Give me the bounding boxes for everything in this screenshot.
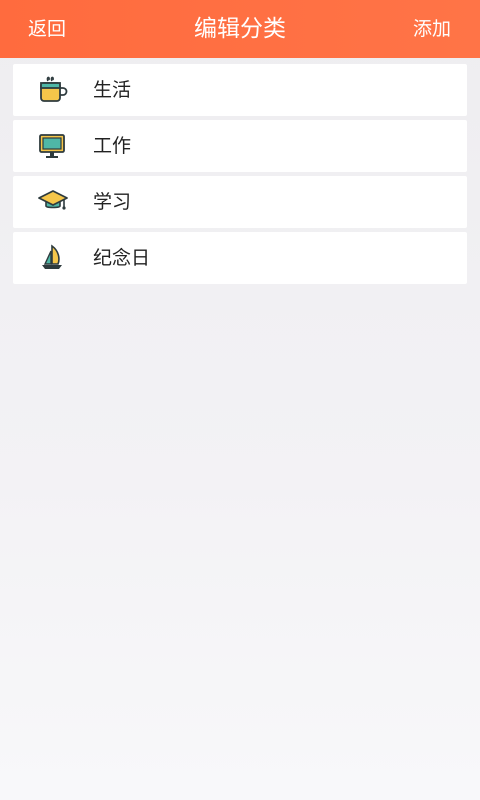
category-label: 生活 — [93, 79, 132, 101]
category-item-study[interactable]: 学习 — [13, 176, 467, 228]
category-item-work[interactable]: 工作 — [13, 120, 467, 172]
category-item-life[interactable]: 生活 — [13, 64, 467, 116]
category-item-anniversary[interactable]: 纪念日 — [13, 232, 467, 284]
back-button[interactable]: 返回 — [28, 0, 66, 58]
page-title: 编辑分类 — [194, 16, 286, 42]
monitor-icon — [37, 131, 69, 161]
category-label: 纪念日 — [93, 247, 151, 269]
mug-icon — [37, 75, 69, 105]
sailboat-icon — [37, 243, 69, 273]
graduation-cap-icon — [37, 187, 69, 217]
category-list: 生活 工作 学习 纪念日 — [13, 64, 467, 288]
top-bar: 返回 编辑分类 添加 — [0, 0, 480, 58]
category-label: 工作 — [93, 135, 132, 157]
add-button[interactable]: 添加 — [413, 0, 451, 58]
category-label: 学习 — [93, 191, 132, 213]
